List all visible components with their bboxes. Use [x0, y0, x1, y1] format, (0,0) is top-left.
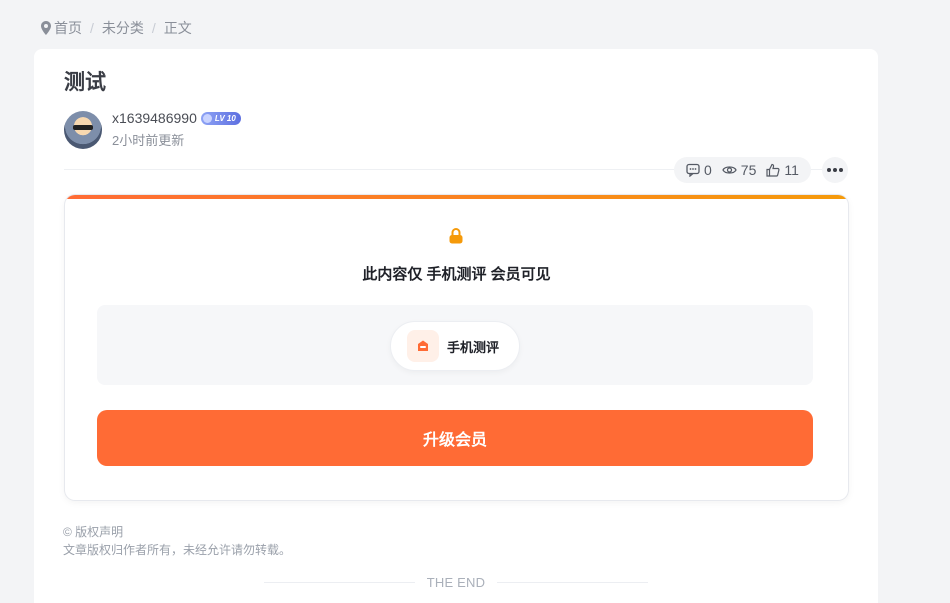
copyright-title: © 版权声明	[63, 525, 124, 539]
the-end-label: THE END	[426, 575, 486, 590]
breadcrumb-category[interactable]: 未分类	[102, 18, 144, 38]
thumbs-up-icon	[766, 163, 780, 177]
level-badge-label: LV 10	[214, 113, 236, 123]
breadcrumb: 首页 / 未分类 / 正文	[41, 18, 192, 38]
author-block: x1639486990 LV 10 2小时前更新	[64, 110, 241, 149]
post-card: 测试 x1639486990 LV 10 2小时前更新 0 75 11 此内容仅…	[34, 49, 878, 603]
vip-level-name: 手机测评	[447, 339, 500, 355]
like-count-value: 11	[784, 162, 799, 178]
more-icon	[827, 168, 831, 172]
vip-content-gate: 此内容仅 手机测评 会员可见 手机测评 升级会员	[65, 195, 848, 500]
lock-icon	[449, 228, 463, 244]
map-pin-icon	[41, 21, 51, 35]
update-time: 2小时前更新	[112, 133, 185, 148]
upgrade-vip-button[interactable]: 升级会员	[97, 410, 813, 466]
level-badge: LV 10	[200, 111, 241, 125]
view-count-value: 75	[740, 162, 757, 178]
breadcrumb-separator: /	[90, 20, 94, 36]
the-end-divider: THE END	[264, 575, 648, 590]
view-count: 75	[722, 162, 757, 178]
breadcrumb-current: 正文	[163, 20, 192, 36]
like-button[interactable]: 11	[766, 162, 799, 178]
vip-level-item[interactable]: 手机测评	[390, 321, 520, 371]
breadcrumb-separator: /	[151, 20, 156, 36]
copyright-text: 文章版权归作者所有，未经允许请勿转载。	[63, 543, 292, 557]
comment-count[interactable]: 0	[686, 162, 712, 178]
eye-icon	[722, 166, 737, 174]
comment-count-value: 0	[704, 162, 712, 178]
vip-message: 此内容仅 手机测评 会员可见	[362, 266, 551, 283]
avatar[interactable]	[64, 110, 102, 149]
post-title: 测试	[64, 71, 106, 94]
post-stats: 0 75 11	[674, 157, 811, 183]
vip-level-icon	[407, 330, 439, 362]
comment-icon	[686, 163, 700, 177]
level-badge-icon	[202, 113, 212, 123]
author-name[interactable]: x1639486990	[112, 110, 197, 126]
more-button[interactable]	[822, 157, 848, 183]
vip-level-list: 手机测评	[97, 305, 813, 385]
vip-accent-bar	[65, 195, 848, 199]
copyright-notice: © 版权声明 文章版权归作者所有，未经允许请勿转载。	[63, 523, 291, 559]
breadcrumb-home[interactable]: 首页	[54, 18, 82, 38]
